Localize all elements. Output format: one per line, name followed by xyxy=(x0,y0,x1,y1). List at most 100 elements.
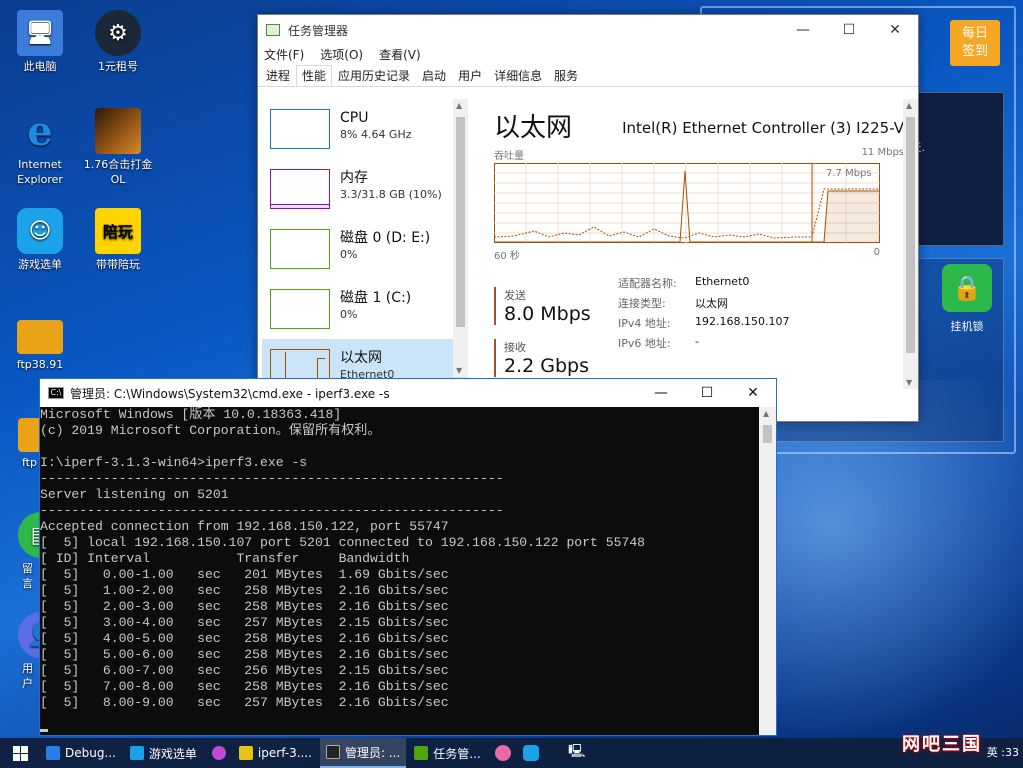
anime-icon xyxy=(494,745,511,761)
minimize-button[interactable]: — xyxy=(638,379,684,407)
desktop-icon-label: ftp xyxy=(22,456,37,469)
menu-options[interactable]: 选项(O) xyxy=(320,45,363,65)
perf-item-disk0[interactable]: 磁盘 0 (D: E:) 0% xyxy=(262,219,468,279)
detail-scrollbar[interactable]: ▲ ▼ xyxy=(903,99,918,389)
close-button[interactable]: ✕ xyxy=(872,15,918,45)
taskbar-item-task-manager[interactable]: 任务管... xyxy=(408,738,486,768)
property-row: 连接类型: 以太网 xyxy=(618,295,789,315)
cmd-title: 管理员: C:\Windows\System32\cmd.exe - iperf… xyxy=(70,386,390,401)
perf-item-name: 磁盘 0 (D: E:) xyxy=(340,230,431,246)
tab-details[interactable]: 详细信息 xyxy=(488,65,548,86)
time-axis-left: 60 秒 xyxy=(494,251,520,262)
property-row: 适配器名称: Ethernet0 xyxy=(618,275,789,295)
tray-network[interactable]: 🖳 xyxy=(563,738,591,768)
inner-max-label: 7.7 Mbps xyxy=(826,168,872,179)
task-manager-icon xyxy=(266,24,280,36)
tab-app-history[interactable]: 应用历史记录 xyxy=(332,65,416,86)
task-manager-icon xyxy=(414,746,429,760)
desktop-icon-label: 留言 xyxy=(22,562,33,590)
tab-users[interactable]: 用户 xyxy=(452,65,488,86)
start-button[interactable] xyxy=(0,738,40,768)
console-line: [ 5] 6.00-7.00 sec 256 MBytes 2.15 Gbits… xyxy=(40,663,449,678)
taskbar-item-anime[interactable] xyxy=(489,738,517,768)
desktop-icon-peiwan[interactable]: 陪玩 带带陪玩 xyxy=(82,208,154,272)
taskbar-item-debug[interactable]: Debug... xyxy=(40,738,122,768)
taskbar-item-mascot[interactable] xyxy=(517,738,545,768)
close-button[interactable]: ✕ xyxy=(730,379,776,407)
property-key: IPv4 地址: xyxy=(618,317,671,330)
desktop-icon-ftp2[interactable]: ftp xyxy=(4,412,40,470)
console-output[interactable]: Microsoft Windows [版本 10.0.18363.418] (c)… xyxy=(40,407,761,735)
send-value: 8.0 Mbps xyxy=(504,303,591,325)
desktop-icon-ftp[interactable]: ftp38.91 xyxy=(4,314,76,372)
console-line: [ 5] 5.00-6.00 sec 258 MBytes 2.16 Gbits… xyxy=(40,647,449,662)
desktop-icon-label: Internet Explorer xyxy=(17,158,63,186)
receive-stat: 接收 2.2 Gbps xyxy=(494,339,589,377)
desktop-icon-steam[interactable]: ⚙ 1元租号 xyxy=(82,10,154,74)
checkin-label-2: 签到 xyxy=(961,44,988,59)
menu-bar: 文件(F) 选项(O) 查看(V) xyxy=(258,45,918,65)
desktop-icon-message[interactable]: ▤ 留言 xyxy=(4,512,40,591)
desktop-icon-game[interactable]: 1.76合击打金 OL xyxy=(82,108,154,187)
console-line: [ 5] local 192.168.150.107 port 5201 con… xyxy=(40,535,646,550)
tab-performance[interactable]: 性能 xyxy=(296,65,333,86)
throughput-graph: 7.7 Mbps xyxy=(494,163,880,243)
scroll-down-icon[interactable]: ▼ xyxy=(906,378,912,387)
daily-checkin-button[interactable]: 每日 签到 xyxy=(950,20,1000,66)
taskbar-item-game-menu[interactable]: 游戏选单 xyxy=(124,738,203,768)
perf-item-name: CPU xyxy=(340,110,369,126)
scrollbar-thumb[interactable] xyxy=(456,117,465,327)
scroll-down-icon[interactable]: ▼ xyxy=(456,366,462,375)
maximize-button[interactable]: ☐ xyxy=(684,379,730,407)
throughput-max: 11 Mbps xyxy=(861,147,904,158)
menu-view[interactable]: 查看(V) xyxy=(379,45,421,65)
scrollbar-thumb[interactable] xyxy=(906,117,915,353)
desktop-icon-label: 此电脑 xyxy=(23,60,57,73)
perf-item-disk1[interactable]: 磁盘 1 (C:) 0% xyxy=(262,279,468,339)
clock[interactable]: 英 :33 xyxy=(987,744,1019,760)
taskbar-item-iperf[interactable]: iperf-3.... xyxy=(233,738,318,768)
tab-bar: 进程 性能 应用历史记录 启动 用户 详细信息 服务 xyxy=(258,65,918,87)
perf-item-memory[interactable]: 内存 3.3/31.8 GB (10%) xyxy=(262,159,468,219)
search-icon xyxy=(46,746,60,760)
desktop-icon-user[interactable]: 👤 用户 xyxy=(4,612,40,691)
scroll-up-icon[interactable]: ▲ xyxy=(763,409,769,418)
perf-item-cpu[interactable]: CPU 8% 4.64 GHz xyxy=(262,99,468,159)
scroll-up-icon[interactable]: ▲ xyxy=(906,101,912,110)
performance-list-scrollbar[interactable]: ▲ ▼ xyxy=(453,99,468,377)
menu-file[interactable]: 文件(F) xyxy=(264,45,304,65)
property-row: IPv6 地址: - xyxy=(618,335,789,355)
desktop-icon-label: 游戏选单 xyxy=(18,258,62,271)
desktop-icon-label: 用户 xyxy=(22,662,33,690)
property-value: 192.168.150.107 xyxy=(695,315,790,328)
desktop-icon-label: 带带陪玩 xyxy=(96,258,140,271)
taskbar-item-app[interactable] xyxy=(205,738,233,768)
app-icon xyxy=(211,746,226,760)
scrollbar-thumb[interactable] xyxy=(763,425,772,443)
scroll-up-icon[interactable]: ▲ xyxy=(456,101,462,110)
tab-services[interactable]: 服务 xyxy=(548,65,584,86)
desktop-icon-this-pc[interactable]: 🖥 此电脑 xyxy=(4,10,76,74)
console-line: [ 5] 7.00-8.00 sec 258 MBytes 2.16 Gbits… xyxy=(40,679,449,694)
windows-icon xyxy=(12,745,28,761)
ime-indicator[interactable]: 英 xyxy=(987,746,998,759)
receive-value: 2.2 Gbps xyxy=(504,355,589,377)
desktop-icon-ie[interactable]: e Internet Explorer xyxy=(4,108,76,187)
console-line: [ 5] 2.00-3.00 sec 258 MBytes 2.16 Gbits… xyxy=(40,599,449,614)
minimize-button[interactable]: — xyxy=(780,15,826,45)
property-value: - xyxy=(695,335,699,348)
console-scrollbar[interactable]: ▲ xyxy=(759,407,776,735)
desktop-icon-game-menu[interactable]: ☺ 游戏选单 xyxy=(4,208,76,272)
taskbar-item-cmd[interactable]: 管理员: ... xyxy=(319,738,407,768)
console-line: [ ID] Interval Transfer Bandwidth xyxy=(40,551,410,566)
maximize-button[interactable]: ☐ xyxy=(826,15,872,45)
taskbar-item-label: iperf-3.... xyxy=(257,746,312,760)
console-line: Server listening on 5201 xyxy=(40,487,229,502)
tab-startup[interactable]: 启动 xyxy=(416,65,452,86)
lock-button[interactable]: 🔒 xyxy=(942,264,992,312)
perf-item-value: 3.3/31.8 GB (10%) xyxy=(340,188,442,201)
tab-processes[interactable]: 进程 xyxy=(260,65,296,86)
detail-title: 以太网 xyxy=(494,113,573,143)
perf-item-name: 以太网 xyxy=(340,350,382,366)
